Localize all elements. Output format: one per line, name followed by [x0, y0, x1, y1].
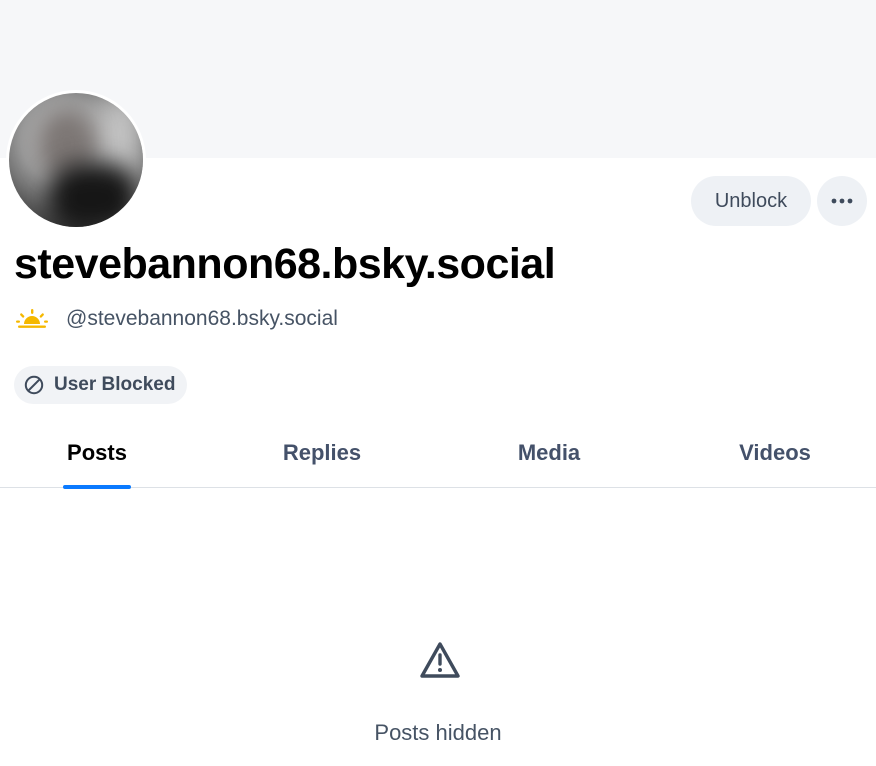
tab-videos[interactable]: Videos [726, 422, 824, 488]
tab-label: Media [517, 440, 581, 465]
sunrise-icon [16, 309, 48, 328]
tab-replies[interactable]: Replies [272, 422, 372, 488]
profile-page: Unblock stevebannon68.bsky.social @steve… [0, 0, 876, 766]
profile-handle[interactable]: @stevebannon68.bsky.social [66, 307, 338, 331]
active-tab-indicator [63, 485, 131, 489]
user-blocked-badge[interactable]: User Blocked [14, 366, 188, 404]
tab-label: Videos [739, 440, 811, 465]
tab-media[interactable]: Media [505, 422, 593, 488]
more-options-button[interactable] [817, 176, 867, 226]
posts-hidden-message: Posts hidden [374, 720, 502, 745]
tab-posts[interactable]: Posts [63, 422, 131, 489]
unblock-button[interactable]: Unblock [691, 176, 811, 226]
ban-icon [24, 375, 44, 395]
avatar-image [9, 93, 143, 227]
profile-display-name: stevebannon68.bsky.social [14, 240, 556, 288]
profile-avatar[interactable] [6, 90, 146, 230]
profile-tabs: Posts Replies Media Videos [0, 422, 876, 489]
tab-label: Posts [67, 440, 127, 465]
user-blocked-label: User Blocked [54, 374, 176, 395]
warning-icon [420, 642, 460, 678]
handle-row: @stevebannon68.bsky.social [16, 304, 338, 334]
ellipsis-icon [831, 198, 853, 204]
tab-label: Replies [282, 440, 362, 465]
empty-state: Posts hidden [0, 640, 876, 746]
